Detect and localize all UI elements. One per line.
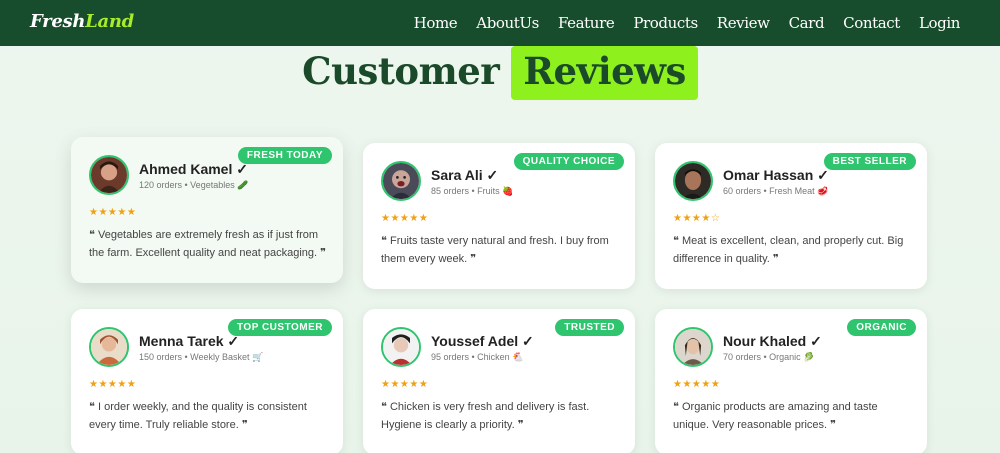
star-rating: ★★★★★ bbox=[381, 379, 429, 390]
reviewer-name: Sara Ali ✓ bbox=[431, 167, 499, 183]
review-text: ❝ Meat is excellent, clean, and properly… bbox=[673, 235, 904, 265]
star-rating: ★★★★★ bbox=[89, 207, 137, 218]
section-heading: Customer Reviews bbox=[0, 46, 1000, 100]
status-badge: ORGANIC bbox=[847, 319, 916, 336]
review-card[interactable]: ORGANIC Nour Khaled ✓ 70 orders • Organi… bbox=[655, 309, 927, 453]
nav-contact[interactable]: Contact bbox=[843, 14, 900, 32]
reviewer-meta: 95 orders • Chicken 🐔 bbox=[431, 352, 524, 362]
reviewer-meta: 120 orders • Vegetables 🥒 bbox=[139, 180, 249, 190]
avatar bbox=[381, 161, 421, 201]
heading-word-reviews: Reviews bbox=[511, 46, 698, 100]
avatar bbox=[89, 327, 129, 367]
logo-accent: Land bbox=[85, 11, 134, 32]
status-badge: TOP CUSTOMER bbox=[227, 319, 332, 336]
avatar bbox=[89, 155, 129, 195]
reviewer-name: Menna Tarek ✓ bbox=[139, 333, 240, 349]
star-rating: ★★★★☆ bbox=[673, 213, 721, 224]
review-card[interactable]: QUALITY CHOICE Sara Ali ✓ 85 orders • Fr… bbox=[363, 143, 635, 289]
avatar bbox=[673, 327, 713, 367]
heading-word-customer: Customer bbox=[302, 49, 500, 93]
nav-home[interactable]: Home bbox=[414, 14, 458, 32]
review-text: ❝ I order weekly, and the quality is con… bbox=[89, 401, 307, 431]
review-text: ❝ Organic products are amazing and taste… bbox=[673, 401, 878, 431]
reviewer-meta: 60 orders • Fresh Meat 🥩 bbox=[723, 186, 829, 196]
avatar bbox=[673, 161, 713, 201]
reviewer-meta: 85 orders • Fruits 🍓 bbox=[431, 186, 514, 196]
nav-card[interactable]: Card bbox=[789, 14, 825, 32]
reviewer-name: Ahmed Kamel ✓ bbox=[139, 161, 248, 177]
status-badge: BEST SELLER bbox=[823, 153, 916, 170]
status-badge: TRUSTED bbox=[555, 319, 624, 336]
reviewer-meta: 70 orders • Organic 🥬 bbox=[723, 352, 815, 362]
review-card[interactable]: BEST SELLER Omar Hassan ✓ 60 orders • Fr… bbox=[655, 143, 927, 289]
nav-feature[interactable]: Feature bbox=[558, 14, 615, 32]
star-rating: ★★★★★ bbox=[673, 379, 721, 390]
avatar bbox=[381, 327, 421, 367]
star-rating: ★★★★★ bbox=[89, 379, 137, 390]
nav-login[interactable]: Login bbox=[919, 14, 960, 32]
status-badge: QUALITY CHOICE bbox=[513, 153, 624, 170]
reviewer-name: Nour Khaled ✓ bbox=[723, 333, 822, 349]
logo[interactable]: FreshLand bbox=[30, 11, 134, 32]
nav-products[interactable]: Products bbox=[633, 14, 698, 32]
logo-main: Fresh bbox=[30, 11, 86, 32]
reviewer-meta: 150 orders • Weekly Basket 🛒 bbox=[139, 352, 264, 362]
nav-aboutus[interactable]: AboutUs bbox=[476, 14, 539, 32]
reviewer-name: Youssef Adel ✓ bbox=[431, 333, 534, 349]
nav-review[interactable]: Review bbox=[717, 14, 770, 32]
reviewer-name: Omar Hassan ✓ bbox=[723, 167, 829, 183]
review-text: ❝ Fruits taste very natural and fresh. I… bbox=[381, 235, 609, 265]
navbar: FreshLand Home AboutUs Feature Products … bbox=[0, 0, 1000, 46]
review-text: ❝ Vegetables are extremely fresh as if j… bbox=[89, 229, 327, 259]
star-rating: ★★★★★ bbox=[381, 213, 429, 224]
nav-menu: Home AboutUs Feature Products Review Car… bbox=[414, 0, 961, 46]
review-card[interactable]: TRUSTED Youssef Adel ✓ 95 orders • Chick… bbox=[363, 309, 635, 453]
review-text: ❝ Chicken is very fresh and delivery is … bbox=[381, 401, 590, 431]
status-badge: FRESH TODAY bbox=[237, 147, 332, 164]
review-card[interactable]: TOP CUSTOMER Menna Tarek ✓ 150 orders • … bbox=[71, 309, 343, 453]
review-card[interactable]: FRESH TODAY Ahmed Kamel ✓ 120 orders • V… bbox=[71, 137, 343, 283]
